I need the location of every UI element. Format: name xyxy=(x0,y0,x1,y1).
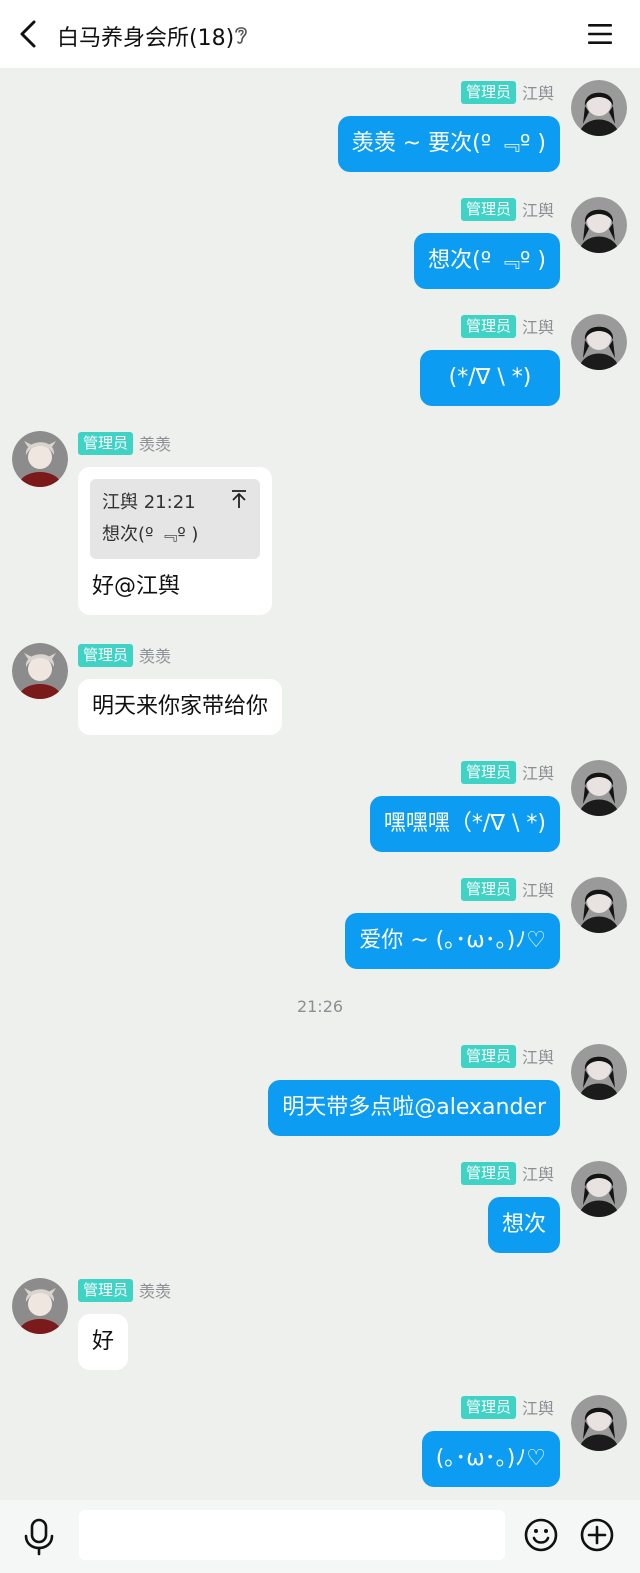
microphone-icon[interactable] xyxy=(22,1518,56,1556)
message-meta: 管理员 江舆 xyxy=(460,314,554,338)
message-bubble[interactable]: 想次 xyxy=(487,1197,560,1253)
avatar-xianxian[interactable] xyxy=(12,1278,68,1334)
sender-name[interactable]: 江舆 xyxy=(522,1161,554,1185)
message-meta: 管理员 羡羡 xyxy=(78,1278,171,1302)
quoted-message[interactable]: 江舆 21:21 想次(º ﹃º ) xyxy=(90,479,260,559)
avatar-jiangyu[interactable] xyxy=(571,1161,627,1217)
message-meta: 管理员 江舆 xyxy=(460,80,554,104)
sender-name[interactable]: 江舆 xyxy=(522,1395,554,1419)
message-meta: 管理员 江舆 xyxy=(460,877,554,901)
admin-badge: 管理员 xyxy=(460,760,516,784)
admin-badge: 管理员 xyxy=(460,1044,516,1068)
admin-badge: 管理员 xyxy=(460,877,516,901)
sender-name[interactable]: 江舆 xyxy=(522,80,554,104)
chat-title: 白马养身会所(18) xyxy=(57,26,235,51)
message-meta: 管理员 江舆 xyxy=(460,1395,554,1419)
admin-badge: 管理员 xyxy=(78,1278,134,1302)
message-bubble[interactable]: 明天来你家带给你 xyxy=(78,679,283,735)
plus-icon[interactable] xyxy=(580,1518,614,1552)
avatar-jiangyu[interactable] xyxy=(571,760,627,816)
admin-badge: 管理员 xyxy=(460,197,516,221)
emoji-icon[interactable] xyxy=(524,1518,558,1552)
jump-to-quote-icon[interactable] xyxy=(230,489,248,509)
avatar-xianxian[interactable] xyxy=(12,431,68,487)
sender-name[interactable]: 羡羡 xyxy=(139,431,171,455)
message-bubble[interactable]: 羡羡 ~ 要次(º ﹃º ) xyxy=(337,116,560,172)
admin-badge: 管理员 xyxy=(460,314,516,338)
message-input[interactable] xyxy=(79,1510,505,1560)
message-bubble[interactable]: (*/∇ \ *) xyxy=(420,350,560,406)
message-meta: 管理员 江舆 xyxy=(460,1161,554,1185)
avatar-jiangyu[interactable] xyxy=(571,1044,627,1100)
input-bar xyxy=(0,1500,640,1573)
admin-badge: 管理员 xyxy=(460,80,516,104)
admin-badge: 管理员 xyxy=(460,1395,516,1419)
message-meta: 管理员 羡羡 xyxy=(78,643,171,667)
avatar-jiangyu[interactable] xyxy=(571,314,627,370)
sender-name[interactable]: 羡羡 xyxy=(139,643,171,667)
sender-name[interactable]: 江舆 xyxy=(522,1044,554,1068)
message-meta: 管理员 江舆 xyxy=(460,197,554,221)
quote-text: 想次(º ﹃º ) xyxy=(102,524,199,545)
back-button[interactable] xyxy=(14,18,42,50)
hamburger-menu-icon[interactable] xyxy=(586,20,614,48)
message-bubble[interactable]: 明天带多点啦@alexander xyxy=(268,1080,560,1136)
time-divider: 21:26 xyxy=(296,997,344,1016)
message-bubble[interactable]: 想次(º ﹃º ) xyxy=(414,233,560,289)
sender-name[interactable]: 羡羡 xyxy=(139,1278,171,1302)
message-meta: 管理员 羡羡 xyxy=(78,431,171,455)
chevron-left-icon xyxy=(20,20,36,48)
admin-badge: 管理员 xyxy=(460,1161,516,1185)
chat-header: 白马养身会所(18) xyxy=(0,0,640,68)
quote-author-time: 江舆 21:21 xyxy=(102,492,196,513)
message-bubble[interactable]: 嘿嘿嘿（*/∇ \ *) xyxy=(369,796,560,852)
sender-name[interactable]: 江舆 xyxy=(522,760,554,784)
sender-name[interactable]: 江舆 xyxy=(522,314,554,338)
avatar-jiangyu[interactable] xyxy=(571,80,627,136)
avatar-jiangyu[interactable] xyxy=(571,197,627,253)
message-bubble[interactable]: 爱你 ~ (｡･ω･｡)ﾉ♡ xyxy=(345,913,560,969)
message-text: 好@江舆 xyxy=(92,574,181,599)
message-bubble[interactable]: (｡･ω･｡)ﾉ♡ xyxy=(421,1431,560,1487)
message-meta: 管理员 江舆 xyxy=(460,1044,554,1068)
message-meta: 管理员 江舆 xyxy=(460,760,554,784)
message-bubble[interactable]: 江舆 21:21 想次(º ﹃º ) 好@江舆 xyxy=(78,467,272,615)
chat-messages[interactable]: 管理员 江舆 羡羡 ~ 要次(º ﹃º ) 管理员 江舆 想次(º ﹃º ) 管… xyxy=(0,68,640,1500)
ear-icon xyxy=(235,27,247,44)
message-bubble[interactable]: 好 xyxy=(78,1314,129,1370)
sender-name[interactable]: 江舆 xyxy=(522,197,554,221)
admin-badge: 管理员 xyxy=(78,643,134,667)
avatar-xianxian[interactable] xyxy=(12,643,68,699)
admin-badge: 管理员 xyxy=(78,431,134,455)
avatar-jiangyu[interactable] xyxy=(571,877,627,933)
sender-name[interactable]: 江舆 xyxy=(522,877,554,901)
avatar-jiangyu[interactable] xyxy=(571,1395,627,1451)
